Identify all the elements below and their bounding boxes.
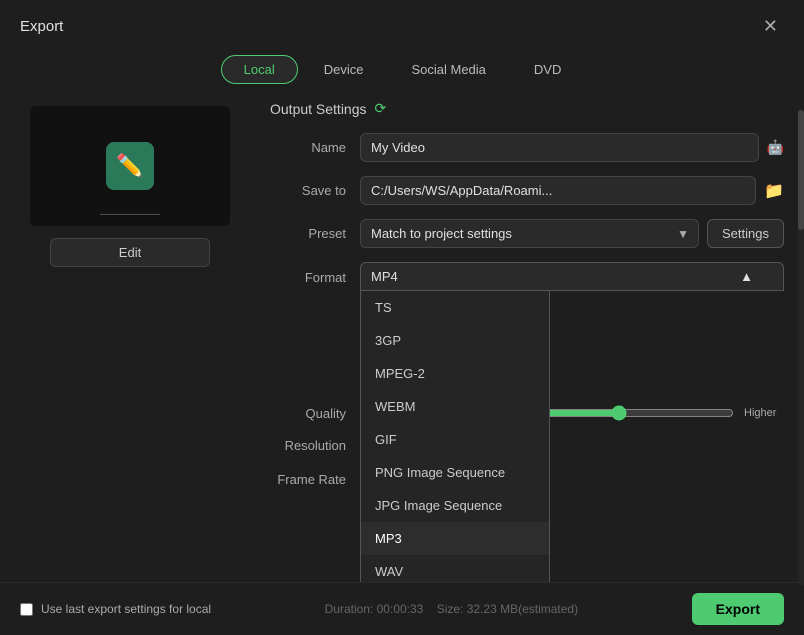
tab-device[interactable]: Device [302, 55, 386, 84]
folder-icon[interactable]: 📁 [764, 181, 784, 201]
save-to-row: Save to 📁 [270, 176, 784, 205]
bottom-bar: Use last export settings for local Durat… [0, 582, 804, 635]
close-button[interactable]: ✕ [757, 14, 784, 39]
name-input[interactable] [360, 133, 759, 162]
last-settings-label: Use last export settings for local [41, 602, 211, 616]
format-select-container: MP4 ▲ TS 3GP MPEG-2 WEBM GIF PNG Image S… [360, 262, 784, 291]
size-label: Size: 32.23 MB(estimated) [437, 602, 578, 616]
scrollbar-thumb[interactable] [798, 110, 804, 230]
format-option-jpg-seq[interactable]: JPG Image Sequence [361, 489, 549, 522]
last-settings-row: Use last export settings for local [20, 602, 211, 616]
export-window: Export ✕ Local Device Social Media DVD ✏… [0, 0, 804, 635]
format-current-value: MP4 [371, 269, 398, 284]
format-option-webm[interactable]: WEBM [361, 390, 549, 423]
quality-higher-label: Higher [744, 407, 784, 419]
tab-bar: Local Device Social Media DVD [0, 49, 804, 96]
main-content: ✏️ —————— Edit Output Settings ⟳ Name 🤖 [0, 96, 804, 582]
duration-label: Duration: 00:00:33 [325, 602, 424, 616]
export-button[interactable]: Export [692, 593, 784, 625]
last-settings-checkbox[interactable] [20, 603, 33, 616]
settings-button[interactable]: Settings [707, 219, 784, 248]
format-option-wav[interactable]: WAV [361, 555, 549, 582]
preview-filename: —————— [100, 209, 160, 220]
preset-field-value: Match to project settings ▼ Settings [360, 219, 784, 248]
scrollbar-track[interactable] [798, 110, 804, 582]
format-dropdown: TS 3GP MPEG-2 WEBM GIF PNG Image Sequenc… [360, 291, 550, 582]
format-chevron-icon: ▲ [740, 269, 753, 284]
preset-row: Preset Match to project settings ▼ Setti… [270, 219, 784, 248]
tab-dvd[interactable]: DVD [512, 55, 583, 84]
settings-panel: Output Settings ⟳ Name 🤖 Save to 📁 [260, 96, 804, 582]
format-option-gif[interactable]: GIF [361, 423, 549, 456]
title-bar: Export ✕ [0, 0, 804, 49]
preview-icon: ✏️ [106, 142, 154, 190]
format-label: Format [270, 262, 360, 285]
name-field-value: 🤖 [360, 133, 784, 162]
output-settings-header: Output Settings ⟳ [270, 96, 784, 117]
ai-icon[interactable]: 🤖 [767, 139, 784, 156]
format-field-value: MP4 ▲ TS 3GP MPEG-2 WEBM GIF PNG Image S… [360, 262, 784, 291]
format-option-ts[interactable]: TS [361, 291, 549, 324]
preview-thumbnail: ✏️ —————— [30, 106, 230, 226]
output-settings-title: Output Settings [270, 101, 367, 117]
resolution-label: Resolution [270, 438, 360, 453]
name-label: Name [270, 140, 360, 155]
format-select-button[interactable]: MP4 ▲ [360, 262, 784, 291]
format-option-png-seq[interactable]: PNG Image Sequence [361, 456, 549, 489]
edit-button[interactable]: Edit [50, 238, 210, 267]
preview-panel: ✏️ —————— Edit [0, 96, 260, 582]
frame-rate-label: Frame Rate [270, 472, 360, 487]
preset-select-wrapper: Match to project settings ▼ [360, 219, 699, 248]
save-to-input[interactable] [360, 176, 756, 205]
format-option-mpeg2[interactable]: MPEG-2 [361, 357, 549, 390]
preset-select[interactable]: Match to project settings [360, 219, 699, 248]
tab-local[interactable]: Local [221, 55, 298, 84]
save-to-label: Save to [270, 183, 360, 198]
quality-label: Quality [270, 406, 360, 421]
format-option-mp3[interactable]: MP3 [361, 522, 549, 555]
name-row: Name 🤖 [270, 133, 784, 162]
format-row: Format MP4 ▲ TS 3GP MPEG-2 WEBM GIF [270, 262, 784, 291]
tab-social-media[interactable]: Social Media [389, 55, 507, 84]
preset-label: Preset [270, 226, 360, 241]
format-option-3gp[interactable]: 3GP [361, 324, 549, 357]
window-title: Export [20, 18, 63, 35]
save-to-field-value: 📁 [360, 176, 784, 205]
refresh-icon[interactable]: ⟳ [375, 100, 387, 117]
bottom-info: Duration: 00:00:33 Size: 32.23 MB(estima… [325, 602, 579, 616]
